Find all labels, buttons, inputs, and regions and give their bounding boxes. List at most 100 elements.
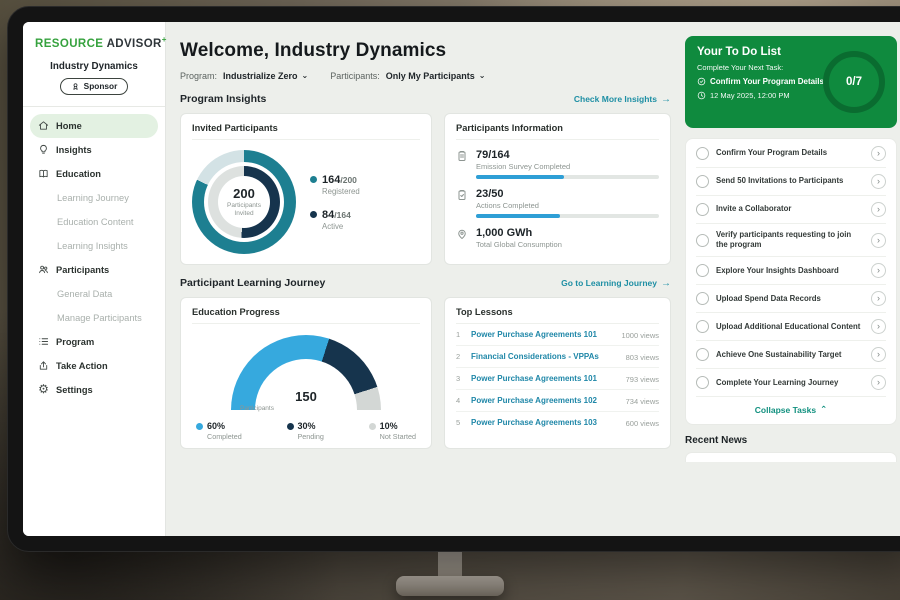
- task-row[interactable]: Upload Spend Data Records ›: [696, 285, 886, 313]
- task-checkbox[interactable]: [696, 292, 709, 305]
- lesson-rank: 3: [456, 374, 465, 383]
- task-row[interactable]: Send 50 Invitations to Participants ›: [696, 168, 886, 196]
- task-row[interactable]: Invite a Collaborator ›: [696, 196, 886, 224]
- participants-people-icon: [38, 264, 49, 275]
- sidebar-item-general-data[interactable]: General Data: [30, 282, 158, 306]
- sidebar-item-education[interactable]: Education: [30, 162, 158, 186]
- task-checkbox[interactable]: [696, 376, 709, 389]
- sidebar-item-learning-journey[interactable]: Learning Journey: [30, 186, 158, 210]
- home-icon: [38, 120, 49, 131]
- info-value: 23/50: [476, 188, 659, 200]
- lesson-rank: 5: [456, 418, 465, 427]
- survey-clipboard-icon: [456, 150, 468, 162]
- sidebar-item-learning-insights[interactable]: Learning Insights: [30, 234, 158, 258]
- chevron-right-icon[interactable]: ›: [871, 291, 886, 306]
- task-row[interactable]: Explore Your Insights Dashboard ›: [696, 257, 886, 285]
- sidebar-item-insights[interactable]: Insights: [30, 138, 158, 162]
- sidebar-item-home[interactable]: Home: [30, 114, 158, 138]
- learning-journey-header: Participant Learning Journey Go to Learn…: [180, 277, 671, 289]
- chevron-right-icon[interactable]: ›: [871, 233, 886, 248]
- nav-label: Participants: [56, 265, 109, 275]
- info-value: 79/164: [476, 149, 659, 161]
- task-checkbox[interactable]: [696, 264, 709, 277]
- lesson-row[interactable]: 3 Power Purchase Agreements 101 793 view…: [456, 368, 659, 390]
- gauge-center: 150 Participants: [231, 389, 381, 413]
- task-checkbox[interactable]: [696, 320, 709, 333]
- info-label: Total Global Consumption: [476, 240, 659, 249]
- chevron-right-icon[interactable]: ›: [871, 174, 886, 189]
- participants-filter-value: Only My Participants: [386, 71, 475, 81]
- chevron-right-icon[interactable]: ›: [871, 263, 886, 278]
- lesson-row[interactable]: 4 Power Purchase Agreements 102 734 view…: [456, 390, 659, 412]
- task-checkbox[interactable]: [696, 147, 709, 160]
- task-row[interactable]: Achieve One Sustainability Target ›: [696, 341, 886, 369]
- link-label: Go to Learning Journey: [561, 278, 657, 288]
- lesson-row[interactable]: 5 Power Purchase Agreements 103 600 view…: [456, 412, 659, 433]
- award-icon: [71, 82, 80, 91]
- progress-track: [476, 214, 659, 218]
- todo-next-task[interactable]: Confirm Your Program Details: [697, 77, 831, 86]
- gauge-center-value: 150: [231, 389, 381, 404]
- lesson-row[interactable]: 2 Financial Considerations - VPPAs 803 v…: [456, 346, 659, 368]
- chevron-right-icon[interactable]: ›: [871, 375, 886, 390]
- legend-dot: [310, 176, 317, 183]
- lesson-title-link[interactable]: Financial Considerations - VPPAs: [471, 352, 620, 361]
- sidebar-divider: [23, 106, 165, 107]
- info-bar-fill: [476, 175, 564, 179]
- lesson-title-link[interactable]: Power Purchase Agreements 101: [471, 330, 615, 339]
- task-row[interactable]: Confirm Your Program Details ›: [696, 140, 886, 168]
- lesson-views: 600: [626, 419, 639, 428]
- sidebar-item-settings[interactable]: ⚙ Settings: [30, 378, 158, 402]
- sidebar-item-education-content[interactable]: Education Content: [30, 210, 158, 234]
- task-row[interactable]: Upload Additional Educational Content ›: [696, 313, 886, 341]
- task-checkbox[interactable]: [696, 203, 709, 216]
- logo-text-advisor: ADVISOR: [107, 38, 162, 50]
- lesson-views: 793: [626, 375, 639, 384]
- todo-progress-value: 0/7: [846, 76, 862, 88]
- participants-filter-dropdown[interactable]: Only My Participants ⌄: [386, 71, 486, 81]
- sidebar-item-take-action[interactable]: Take Action: [30, 354, 158, 378]
- chevron-right-icon[interactable]: ›: [871, 319, 886, 334]
- lesson-title-link[interactable]: Power Purchase Agreements 102: [471, 396, 620, 405]
- task-checkbox[interactable]: [696, 348, 709, 361]
- card-title: Participants Information: [456, 123, 659, 140]
- insights-bulb-icon: [38, 144, 49, 155]
- sponsor-badge-label: Sponsor: [84, 81, 118, 91]
- lesson-views: 803: [626, 353, 639, 362]
- info-bar-fill: [476, 214, 560, 218]
- program-insights-header: Program Insights Check More Insights →: [180, 93, 671, 105]
- chevron-right-icon[interactable]: ›: [871, 202, 886, 217]
- arrow-right-icon: →: [661, 278, 671, 289]
- chevron-right-icon[interactable]: ›: [871, 347, 886, 362]
- legend-dot: [369, 423, 376, 430]
- task-label: Explore Your Insights Dashboard: [716, 266, 864, 276]
- chevron-down-icon: ⌄: [302, 71, 309, 80]
- lesson-title-link[interactable]: Power Purchase Agreements 101: [471, 374, 620, 383]
- sponsor-badge[interactable]: Sponsor: [60, 78, 129, 95]
- chevron-right-icon[interactable]: ›: [871, 146, 886, 161]
- sidebar-item-manage-participants[interactable]: Manage Participants: [30, 306, 158, 330]
- task-row[interactable]: Complete Your Learning Journey ›: [696, 369, 886, 397]
- lesson-views-label: views: [638, 353, 659, 362]
- nav-label: Insights: [56, 145, 92, 155]
- task-checkbox[interactable]: [696, 175, 709, 188]
- check-more-insights-link[interactable]: Check More Insights →: [574, 94, 671, 105]
- legend-label: Active: [322, 222, 351, 231]
- lesson-row[interactable]: 1 Power Purchase Agreements 101 1000 vie…: [456, 324, 659, 346]
- sidebar-item-participants[interactable]: Participants: [30, 258, 158, 282]
- task-checkbox[interactable]: [696, 234, 709, 247]
- sidebar-item-program[interactable]: Program: [30, 330, 158, 354]
- progress-track: [476, 175, 659, 179]
- collapse-tasks-link[interactable]: Collapse Tasks ⌃: [696, 397, 886, 421]
- card-title: Top Lessons: [456, 307, 659, 324]
- learning-journey-cards: Education Progress 150 Participants 60%C…: [180, 297, 671, 449]
- go-to-learning-journey-link[interactable]: Go to Learning Journey →: [561, 278, 671, 289]
- info-label: Emission Survey Completed: [476, 162, 659, 171]
- lesson-rank: 4: [456, 396, 465, 405]
- lesson-title-link[interactable]: Power Purchase Agreements 103: [471, 418, 620, 427]
- legend-label: Not Started: [380, 432, 416, 441]
- todo-progress-ring: 0/7: [823, 51, 885, 113]
- task-label: Confirm Your Program Details: [716, 148, 864, 158]
- program-filter-dropdown[interactable]: Industrialize Zero ⌄: [223, 71, 308, 81]
- task-row[interactable]: Verify participants requesting to join t…: [696, 224, 886, 257]
